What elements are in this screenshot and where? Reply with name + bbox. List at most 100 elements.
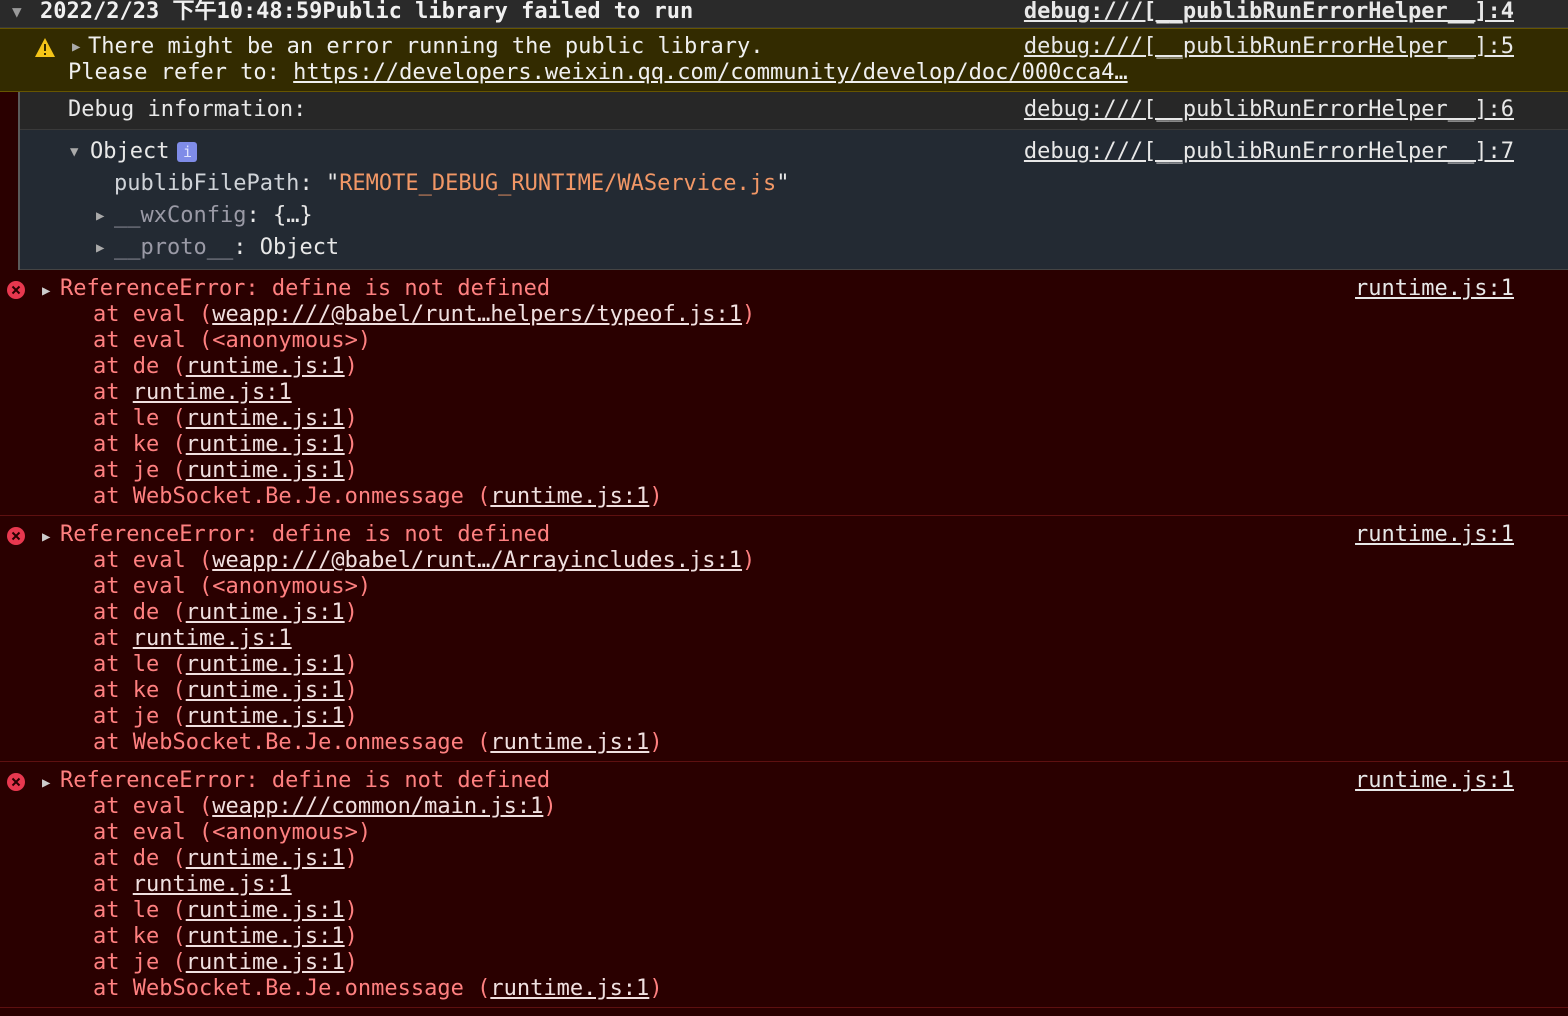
console-group-header[interactable]: ▼ 2022/2/23 下午10:48:59Public library fai… — [0, 0, 1568, 28]
property-colon: : — [299, 171, 326, 196]
frame-text: at de ( — [93, 354, 186, 379]
collapse-triangle-icon[interactable]: ▼ — [12, 0, 22, 24]
frame-source-link[interactable]: runtime.js:1 — [186, 354, 345, 379]
stack-frame: at eval (<anonymous>) — [93, 574, 755, 600]
frame-text: at ke ( — [93, 432, 186, 457]
stack-trace: at eval (weapp:///common/main.js:1) at ev… — [93, 794, 663, 1002]
property-value: REMOTE_DEBUG_RUNTIME/WAService.js — [339, 171, 777, 196]
frame-text-suffix: ) — [543, 794, 557, 819]
frame-source-link[interactable]: runtime.js:1 — [490, 730, 649, 755]
frame-source-link[interactable]: runtime.js:1 — [133, 872, 292, 897]
frame-text-suffix: ) — [344, 898, 358, 923]
string-quote: " — [776, 171, 790, 196]
property-value: : Object — [233, 235, 340, 260]
frame-text: at WebSocket.Be.Je.onmessage ( — [93, 976, 491, 1001]
error-message: ▶ ReferenceError: define is not defined … — [0, 270, 1568, 516]
source-link[interactable]: runtime.js:1 — [1355, 768, 1514, 794]
group-title: 2022/2/23 下午10:48:59Public library faile… — [40, 0, 694, 24]
frame-source-link[interactable]: runtime.js:1 — [186, 600, 345, 625]
frame-source-link[interactable]: runtime.js:1 — [490, 484, 649, 509]
frame-text: at eval ( — [93, 302, 213, 327]
property-publibFilePath: publibFilePath: "REMOTE_DEBUG_RUNTIME/WA… — [114, 168, 790, 200]
error-icon — [7, 527, 25, 545]
frame-text-suffix: ) — [649, 976, 663, 1001]
community-doc-link[interactable]: https://developers.weixin.qq.com/communi… — [293, 60, 1127, 85]
expand-triangle-icon[interactable]: ▶ — [42, 770, 50, 796]
stack-frame: at je (runtime.js:1) — [93, 950, 663, 976]
source-link[interactable]: debug:///[__publibRunErrorHelper__]:7 — [1024, 136, 1514, 168]
frame-text-suffix: ) — [742, 548, 756, 573]
info-icon[interactable]: i — [177, 142, 198, 162]
error-message: ▶ ReferenceError: define is not defined … — [0, 516, 1568, 762]
frame-text-suffix: ) — [344, 704, 358, 729]
stack-frame: at je (runtime.js:1) — [93, 704, 755, 730]
expand-triangle-icon[interactable]: ▶ — [42, 524, 50, 550]
frame-text: at — [93, 626, 133, 651]
stack-frame: at WebSocket.Be.Je.onmessage (runtime.js… — [93, 976, 663, 1002]
frame-source-link[interactable]: runtime.js:1 — [186, 898, 345, 923]
frame-text: at eval (<anonymous>) — [93, 574, 372, 599]
frame-text: at je ( — [93, 458, 186, 483]
frame-source-link[interactable]: runtime.js:1 — [186, 704, 345, 729]
stack-frame: at je (runtime.js:1) — [93, 458, 755, 484]
frame-source-link[interactable]: runtime.js:1 — [133, 626, 292, 651]
stack-frame: at ke (runtime.js:1) — [93, 678, 755, 704]
frame-text-suffix: ) — [344, 950, 358, 975]
frame-source-link[interactable]: runtime.js:1 — [186, 924, 345, 949]
source-link[interactable]: debug:///[__publibRunErrorHelper__]:4 — [1024, 0, 1514, 24]
expand-triangle-icon[interactable]: ▶ — [96, 200, 104, 232]
frame-source-link[interactable]: weapp:///common/main.js:1 — [212, 794, 543, 819]
property-key: __proto__ — [114, 235, 234, 260]
error-list: ▶ ReferenceError: define is not defined … — [0, 270, 1568, 1008]
frame-text: at je ( — [93, 704, 186, 729]
stack-frame: at runtime.js:1 — [93, 380, 755, 406]
frame-text: at eval ( — [93, 548, 213, 573]
frame-text-suffix: ) — [742, 302, 756, 327]
source-link[interactable]: runtime.js:1 — [1355, 522, 1514, 548]
expand-triangle-icon[interactable]: ▶ — [72, 34, 80, 60]
source-link[interactable]: debug:///[__publibRunErrorHelper__]:5 — [1024, 34, 1514, 60]
frame-source-link[interactable]: runtime.js:1 — [186, 846, 345, 871]
stack-trace: at eval (weapp:///@babel/runt…/Arrayincl… — [93, 548, 755, 756]
frame-source-link[interactable]: runtime.js:1 — [186, 652, 345, 677]
frame-text: at — [93, 872, 133, 897]
warning-refer-line: Please refer to: https://developers.weix… — [68, 60, 1128, 86]
frame-source-link[interactable]: runtime.js:1 — [133, 380, 292, 405]
frame-text: at le ( — [93, 406, 186, 431]
frame-source-link[interactable]: runtime.js:1 — [186, 406, 345, 431]
source-link[interactable]: runtime.js:1 — [1355, 276, 1514, 302]
frame-text: at de ( — [93, 846, 186, 871]
frame-source-link[interactable]: weapp:///@babel/runt…helpers/typeof.js:1 — [212, 302, 742, 327]
error-icon — [7, 281, 25, 299]
frame-text: at — [93, 380, 133, 405]
frame-text-suffix: ) — [344, 406, 358, 431]
object-inspector: ▼ Object i debug:///[__publibRunErrorHelp… — [20, 130, 1568, 270]
stack-frame: at eval (weapp:///common/main.js:1) — [93, 794, 663, 820]
frame-source-link[interactable]: runtime.js:1 — [186, 678, 345, 703]
expand-triangle-icon[interactable]: ▶ — [42, 278, 50, 304]
frame-source-link[interactable]: runtime.js:1 — [186, 950, 345, 975]
frame-source-link[interactable]: runtime.js:1 — [186, 458, 345, 483]
frame-source-link[interactable]: runtime.js:1 — [186, 432, 345, 457]
frame-text-suffix: ) — [649, 730, 663, 755]
stack-frame: at eval (<anonymous>) — [93, 328, 755, 354]
property-proto[interactable]: __proto__: Object — [114, 232, 339, 264]
frame-text-suffix: ) — [344, 458, 358, 483]
stack-frame: at ke (runtime.js:1) — [93, 924, 663, 950]
frame-source-link[interactable]: weapp:///@babel/runt…/Arrayincludes.js:1 — [212, 548, 742, 573]
collapse-triangle-icon[interactable]: ▼ — [70, 136, 78, 168]
error-text: ReferenceError: define is not defined — [60, 768, 551, 793]
warning-refer-label: Please refer to: — [68, 60, 294, 85]
expand-triangle-icon[interactable]: ▶ — [96, 232, 104, 264]
frame-text: at eval ( — [93, 794, 213, 819]
error-message: ▶ ReferenceError: define is not defined … — [0, 762, 1568, 1008]
warning-icon — [35, 38, 55, 57]
property-key: publibFilePath — [114, 171, 300, 196]
frame-source-link[interactable]: runtime.js:1 — [490, 976, 649, 1001]
frame-text-suffix: ) — [344, 600, 358, 625]
stack-frame: at le (runtime.js:1) — [93, 898, 663, 924]
source-link[interactable]: debug:///[__publibRunErrorHelper__]:6 — [1024, 92, 1514, 128]
object-label-line[interactable]: Object i — [90, 136, 198, 168]
property-wxConfig[interactable]: __wxConfig: {…} — [114, 200, 313, 232]
string-quote: " — [325, 171, 340, 196]
